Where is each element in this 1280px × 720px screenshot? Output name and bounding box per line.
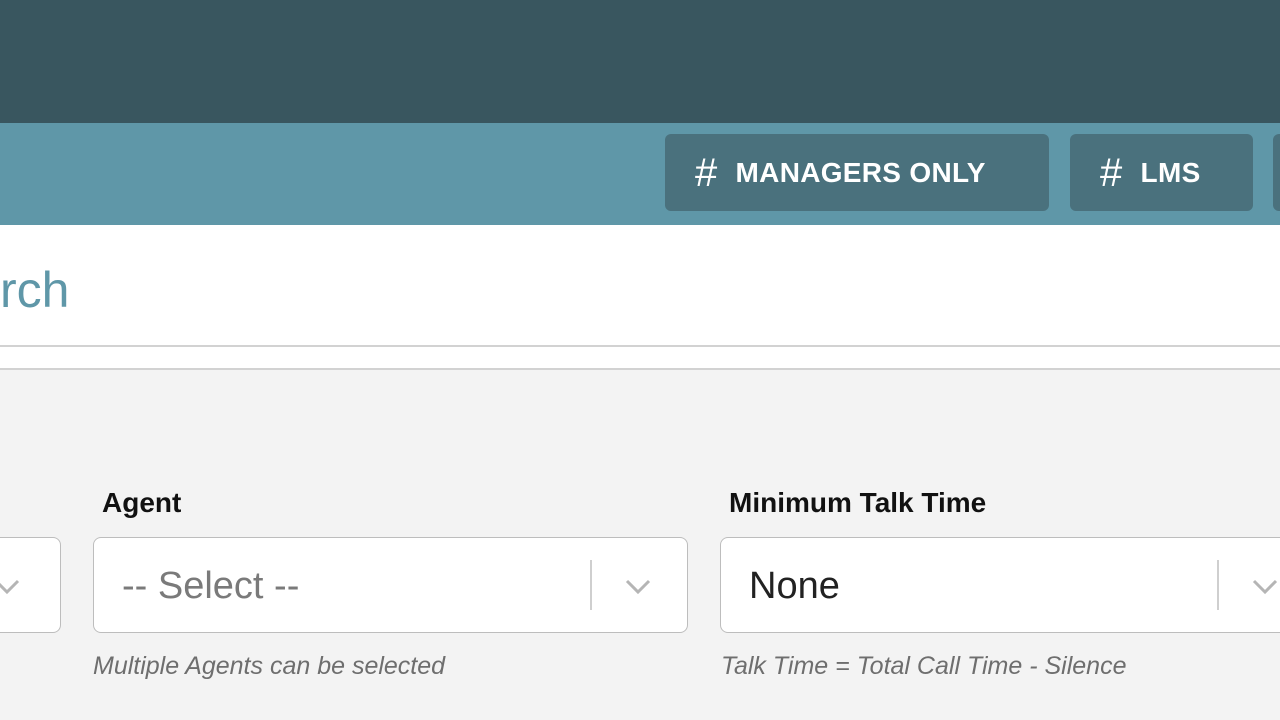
min-talk-time-helper-text: Talk Time = Total Call Time - Silence bbox=[721, 652, 1127, 680]
nav-item-label: MANAGERS ONLY bbox=[735, 156, 986, 188]
page-title: rch bbox=[0, 262, 70, 318]
min-talk-time-label: Minimum Talk Time bbox=[729, 487, 987, 518]
nav-item-lms[interactable]: # LMS bbox=[1070, 134, 1253, 211]
min-talk-time-select[interactable]: None bbox=[720, 537, 1280, 633]
hash-icon: # bbox=[695, 150, 718, 195]
chevron-down-icon[interactable] bbox=[1251, 572, 1279, 600]
previous-filter-select[interactable] bbox=[0, 537, 61, 633]
nav-item-managers-only[interactable]: # MANAGERS ONLY bbox=[665, 134, 1049, 211]
select-divider bbox=[1217, 560, 1219, 610]
page-title-bar bbox=[0, 225, 1280, 346]
agent-label: Agent bbox=[102, 487, 182, 518]
nav-item-label: LMS bbox=[1140, 156, 1201, 188]
divider bbox=[0, 368, 1280, 370]
min-talk-time-value: None bbox=[749, 565, 840, 607]
chevron-down-icon bbox=[0, 579, 20, 595]
divider-band bbox=[0, 347, 1280, 368]
chevron-down-icon[interactable] bbox=[624, 572, 652, 600]
hash-icon: # bbox=[1100, 150, 1123, 195]
agent-helper-text: Multiple Agents can be selected bbox=[93, 652, 446, 680]
select-divider bbox=[590, 560, 592, 610]
agent-select-value: -- Select -- bbox=[122, 565, 300, 607]
agent-select[interactable]: -- Select -- bbox=[93, 537, 688, 633]
top-header-bar bbox=[0, 0, 1280, 123]
nav-item-overflow[interactable] bbox=[1273, 134, 1280, 211]
